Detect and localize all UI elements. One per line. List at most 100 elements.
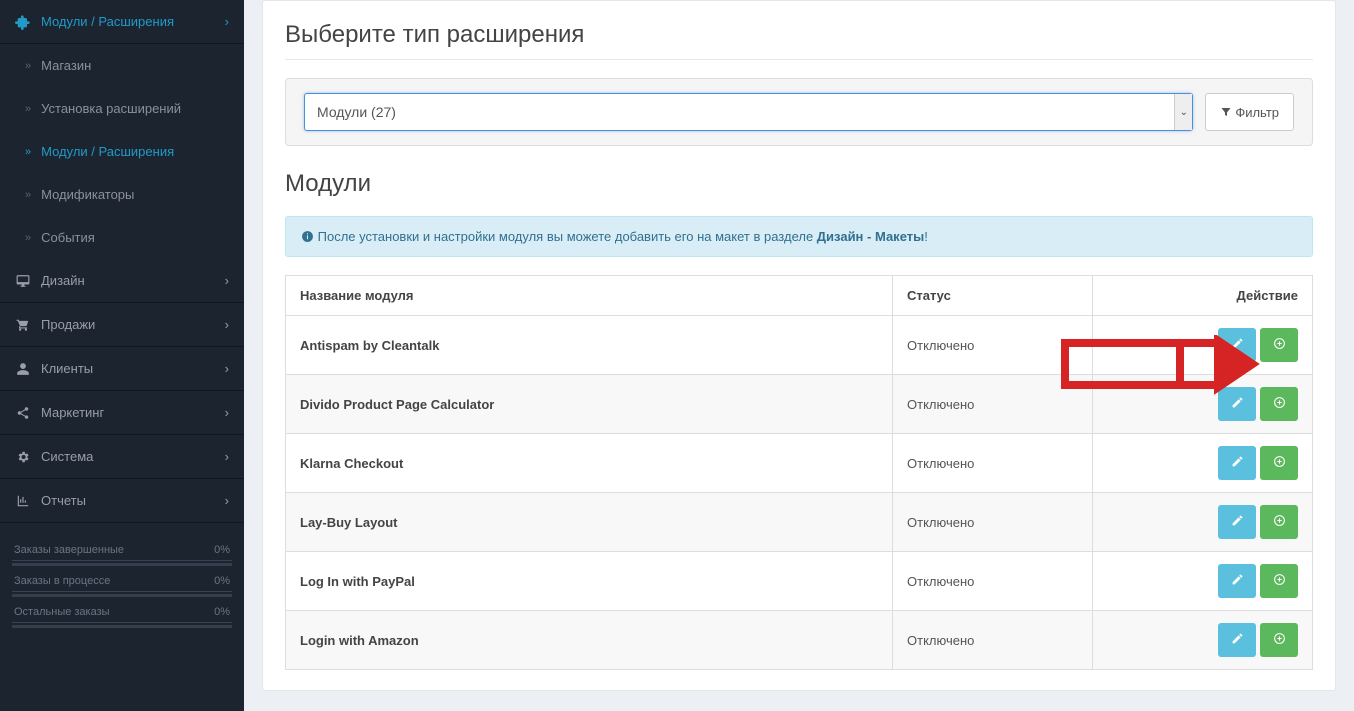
module-name: Klarna Checkout [286,434,893,493]
edit-button[interactable] [1218,564,1256,598]
angle-double-right-icon: » [25,189,31,201]
pencil-icon [1231,573,1244,589]
nav-sub-store[interactable]: » Магазин [0,44,244,87]
module-status: Отключено [893,316,1093,375]
col-status-header[interactable]: Статус [893,276,1093,316]
puzzle-icon [15,14,31,30]
filter-button[interactable]: Фильтр [1205,93,1294,131]
table-row: Log In with PayPalОтключено [286,552,1313,611]
module-name: Login with Amazon [286,611,893,670]
user-icon [15,362,31,376]
nav-customers[interactable]: Клиенты › [0,347,244,391]
edit-button[interactable] [1218,623,1256,657]
plus-circle-icon [1273,514,1286,530]
nav-label: Отчеты [41,493,86,508]
edit-button[interactable] [1218,446,1256,480]
table-row: Login with AmazonОтключено [286,611,1313,670]
pencil-icon [1231,632,1244,648]
info-alert: После установки и настройки модуля вы мо… [285,216,1313,257]
edit-button[interactable] [1218,328,1256,362]
bar-chart-icon [15,494,31,508]
main-content: Выберите тип расширения Модули (27) ⌄ Фи… [244,0,1354,711]
plus-circle-icon [1273,573,1286,589]
stat-label: Заказы в процессе [14,576,110,587]
chevron-right-icon: › [225,405,229,420]
nav-design[interactable]: Дизайн › [0,259,244,303]
table-row: Lay-Buy LayoutОтключено [286,493,1313,552]
chevron-right-icon: › [225,493,229,508]
nav-sub-extensions[interactable]: » Модули / Расширения [0,130,244,173]
nav-marketing[interactable]: Маркетинг › [0,391,244,435]
nav-sub-install[interactable]: » Установка расширений [0,87,244,130]
stats-box: Заказы завершенные0% Заказы в процессе0%… [12,535,232,628]
section-title: Модули [285,170,1313,198]
module-actions [1093,434,1313,493]
module-name: Antispam by Cleantalk [286,316,893,375]
nav-label: Дизайн [41,273,85,288]
modules-table: Название модуля Статус Действие Antispam… [285,275,1313,670]
plus-circle-icon [1273,455,1286,471]
pencil-icon [1231,396,1244,412]
nav-extensions[interactable]: Модули / Расширения › [0,0,244,44]
progress-bar [12,625,232,628]
stat-value: 0% [214,576,230,587]
col-name-header[interactable]: Название модуля [286,276,893,316]
alert-text: После установки и настройки модуля вы мо… [318,229,817,244]
nav-sales[interactable]: Продажи › [0,303,244,347]
module-name: Divido Product Page Calculator [286,375,893,434]
install-button[interactable] [1260,623,1298,657]
angle-double-right-icon: » [25,232,31,244]
module-actions [1093,375,1313,434]
nav-reports[interactable]: Отчеты › [0,479,244,523]
plus-circle-icon [1273,337,1286,353]
pencil-icon [1231,455,1244,471]
chevron-right-icon: › [225,273,229,288]
nav-label: Продажи [41,317,95,332]
pencil-icon [1231,337,1244,353]
module-name: Log In with PayPal [286,552,893,611]
stat-label: Остальные заказы [14,607,110,618]
install-button[interactable] [1260,564,1298,598]
nav-sub-events[interactable]: » События [0,216,244,259]
plus-circle-icon [1273,396,1286,412]
nav-label: Модули / Расширения [41,14,174,29]
filter-icon [1220,106,1232,118]
nav-sub-label: Модификаторы [41,187,134,202]
nav-system[interactable]: Система › [0,435,244,479]
module-actions [1093,611,1313,670]
nav-sub-label: Модули / Расширения [41,144,174,159]
chevron-right-icon: › [225,317,229,332]
module-actions [1093,316,1313,375]
nav-label: Система [41,449,93,464]
module-status: Отключено [893,611,1093,670]
chevron-right-icon: › [225,449,229,464]
nav-sub-modifications[interactable]: » Модификаторы [0,173,244,216]
sidebar: Модули / Расширения › » Магазин » Устано… [0,0,244,711]
gear-icon [15,450,31,464]
share-icon [15,406,31,420]
install-button[interactable] [1260,387,1298,421]
module-status: Отключено [893,493,1093,552]
col-action-header: Действие [1093,276,1313,316]
module-status: Отключено [893,375,1093,434]
chevron-down-icon: ⌄ [1174,94,1192,130]
nav-sub-label: Установка расширений [41,101,181,116]
chevron-right-icon: › [225,361,229,376]
angle-double-right-icon: » [25,60,31,72]
install-button[interactable] [1260,328,1298,362]
pencil-icon [1231,514,1244,530]
extension-type-select[interactable]: Модули (27) ⌄ [304,93,1193,131]
cart-icon [15,318,31,332]
nav-label: Клиенты [41,361,93,376]
select-value: Модули (27) [317,104,396,120]
desktop-icon [15,274,31,288]
install-button[interactable] [1260,505,1298,539]
table-row: Divido Product Page CalculatorОтключено [286,375,1313,434]
edit-button[interactable] [1218,505,1256,539]
edit-button[interactable] [1218,387,1256,421]
nav-sub-label: События [41,230,95,245]
stat-value: 0% [214,545,230,556]
install-button[interactable] [1260,446,1298,480]
table-row: Antispam by CleantalkОтключено [286,316,1313,375]
angle-double-right-icon: » [25,146,31,158]
